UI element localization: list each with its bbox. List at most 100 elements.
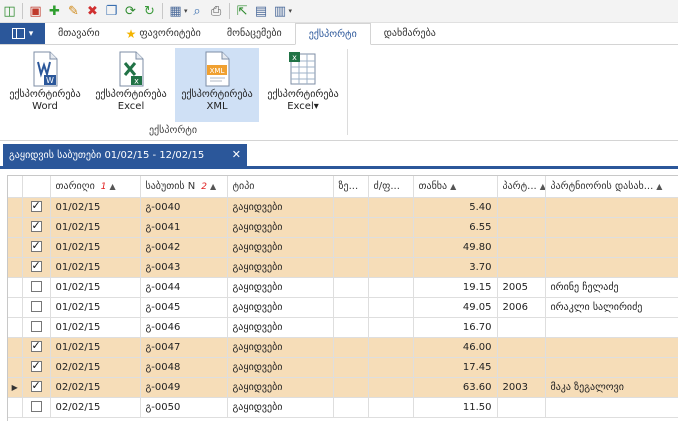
grid-options-icon[interactable]: ▦ <box>168 4 183 19</box>
row-checkbox[interactable] <box>22 357 51 378</box>
toolbar-separator <box>162 3 163 19</box>
column-header-date[interactable]: თარიღი 1 ▲ <box>50 176 141 198</box>
checkbox[interactable] <box>30 339 42 353</box>
row-checkbox[interactable] <box>22 337 51 358</box>
cell-partner-name <box>545 237 678 258</box>
cell-df <box>368 297 414 318</box>
cell-amount: 11.50 <box>413 397 498 418</box>
sales-documents-grid[interactable]: თარიღი 1 ▲ საბუთის N 2 ▲ ტიპი ზე... ძ/ფ... თანხა ▲… <box>7 175 678 421</box>
tab-home[interactable]: მთავარი <box>45 23 113 44</box>
column-header-ze[interactable]: ზე... <box>333 176 369 198</box>
table-row[interactable]: 01/02/15გ-0047გაყიდვები 46.00 <box>8 337 678 358</box>
checkbox[interactable] <box>30 219 42 233</box>
add-icon[interactable]: ✚ <box>47 4 62 19</box>
refresh-icon[interactable]: ↻ <box>142 4 157 19</box>
app-icon[interactable]: ◫ <box>2 4 17 19</box>
cell-partner-code <box>497 197 546 218</box>
file-menu-icon <box>11 28 25 39</box>
row-checkbox[interactable] <box>22 377 51 398</box>
tab-export[interactable]: ექსპორტი <box>294 23 371 45</box>
cell-type: გაყიდვები <box>227 277 334 298</box>
tab-favorites[interactable]: ★ ფავორიტები <box>113 23 214 44</box>
cell-ze <box>333 257 369 278</box>
cell-type: გაყიდვები <box>227 377 334 398</box>
row-checkbox[interactable] <box>22 317 51 338</box>
table-row[interactable]: 01/02/15 გ-0045 გაყიდვები 49.05 2006 ირაკლი ს… <box>8 297 678 318</box>
checkbox[interactable] <box>30 239 42 253</box>
cell-partner-code <box>497 397 546 418</box>
checkbox[interactable] <box>30 199 42 213</box>
column-header-df[interactable]: ძ/ფ... <box>368 176 414 198</box>
close-icon[interactable]: ✕ <box>232 148 241 161</box>
layout-icon[interactable]: ▥ <box>273 4 288 19</box>
row-checkbox[interactable] <box>22 297 51 318</box>
edit-icon[interactable]: ✎ <box>66 4 81 19</box>
cell-partner-code <box>497 257 546 278</box>
save-layout-icon[interactable]: ▤ <box>254 4 269 19</box>
checkbox[interactable] <box>30 379 42 393</box>
column-header-amount[interactable]: თანხა ▲ <box>413 176 498 198</box>
table-row[interactable]: 01/02/15 გ-0046 გაყიდვები 16.70 <box>8 317 678 338</box>
cell-type: გაყიდვები <box>227 317 334 338</box>
tab-help[interactable]: დახმარება <box>371 23 449 44</box>
file-menu-button[interactable]: ▾ <box>0 23 45 44</box>
table-row[interactable]: ▶ 02/02/15გ-0049გაყიდვები 63.602003მაკა ზე… <box>8 377 678 398</box>
export-excel-dd-label-1: ექსპორტირება <box>267 89 339 100</box>
cell-ze <box>333 277 369 298</box>
column-header-partner-name[interactable]: პარტნიორის დასახ... ▲ <box>545 176 678 198</box>
delete-icon[interactable]: ✖ <box>85 4 100 19</box>
cell-partner-name: ირინე ჩელაძე <box>545 277 678 298</box>
cell-doc-number: გ-0049 <box>140 377 228 398</box>
row-checkbox[interactable] <box>22 277 51 298</box>
column-header-label: საბუთის N <box>145 180 196 192</box>
export-excel-button[interactable]: x ექსპორტირება Excel <box>89 48 173 122</box>
cell-partner-code <box>497 317 546 338</box>
cell-date: 01/02/15 <box>50 237 141 258</box>
column-header-partner-code[interactable]: პარტ...▲ <box>497 176 546 198</box>
table-row[interactable]: 01/02/15გ-0042გაყიდვები 49.80 <box>8 237 678 258</box>
table-row[interactable]: 01/02/15 გ-0044 გაყიდვები 19.15 2005 ირინე ჩე… <box>8 277 678 298</box>
export-icon[interactable]: ⇱ <box>235 4 250 19</box>
table-row[interactable]: 01/02/15გ-0040გაყიდვები 5.40 <box>8 197 678 218</box>
new-window-icon[interactable]: ▣ <box>28 4 43 19</box>
copy-icon[interactable]: ❐ <box>104 4 119 19</box>
export-xml-button[interactable]: XML ექსპორტირება XML <box>175 48 259 122</box>
checkbox[interactable] <box>30 359 42 373</box>
refresh-doc-icon[interactable]: ⟳ <box>123 4 138 19</box>
row-checkbox[interactable] <box>22 257 51 278</box>
print-icon[interactable]: ⎙ <box>209 4 224 19</box>
row-checkbox[interactable] <box>22 237 51 258</box>
row-checkbox[interactable] <box>22 197 51 218</box>
checkbox[interactable] <box>30 321 42 333</box>
document-tab-sales[interactable]: გაყიდვის საბუთები 01/02/15 - 12/02/15 ✕ <box>3 144 247 166</box>
cell-type: გაყიდვები <box>227 237 334 258</box>
row-indicator <box>8 337 23 358</box>
cell-date: 01/02/15 <box>50 217 141 238</box>
row-checkbox[interactable] <box>22 217 51 238</box>
checkbox[interactable] <box>30 281 42 293</box>
select-column-header[interactable] <box>22 176 51 198</box>
cell-df <box>368 357 414 378</box>
tab-data[interactable]: მონაცემები <box>214 23 295 44</box>
column-header-type[interactable]: ტიპი <box>227 176 334 198</box>
export-excel-dropdown-button[interactable]: x ექსპორტირება Excel▾ <box>261 48 345 122</box>
preview-icon[interactable]: ⌕ <box>190 4 205 19</box>
table-row[interactable]: 01/02/15გ-0043გაყიდვები 3.70 <box>8 257 678 278</box>
table-row[interactable]: 02/02/15გ-0048გაყიდვები 17.45 <box>8 357 678 378</box>
checkbox[interactable] <box>30 259 42 273</box>
chevron-down-icon[interactable]: ▾ <box>184 7 188 15</box>
row-checkbox[interactable] <box>22 397 51 418</box>
chevron-down-icon[interactable]: ▾ <box>289 7 293 15</box>
cell-date: 01/02/15 <box>50 337 141 358</box>
table-row[interactable]: 02/02/15 გ-0050 გაყიდვები 11.50 <box>8 397 678 418</box>
cell-date: 02/02/15 <box>50 357 141 378</box>
column-header-doc-number[interactable]: საბუთის N 2 ▲ <box>140 176 228 198</box>
cell-df <box>368 317 414 338</box>
sort-ascending-icon: ▲ <box>450 181 457 191</box>
table-row[interactable]: 01/02/15გ-0041გაყიდვები 6.55 <box>8 217 678 238</box>
checkbox[interactable] <box>30 301 42 313</box>
checkbox[interactable] <box>30 401 42 413</box>
column-header-label: პარტ... <box>502 180 537 192</box>
export-word-button[interactable]: W ექსპორტირება Word <box>3 48 87 122</box>
cell-amount: 46.00 <box>413 337 498 358</box>
